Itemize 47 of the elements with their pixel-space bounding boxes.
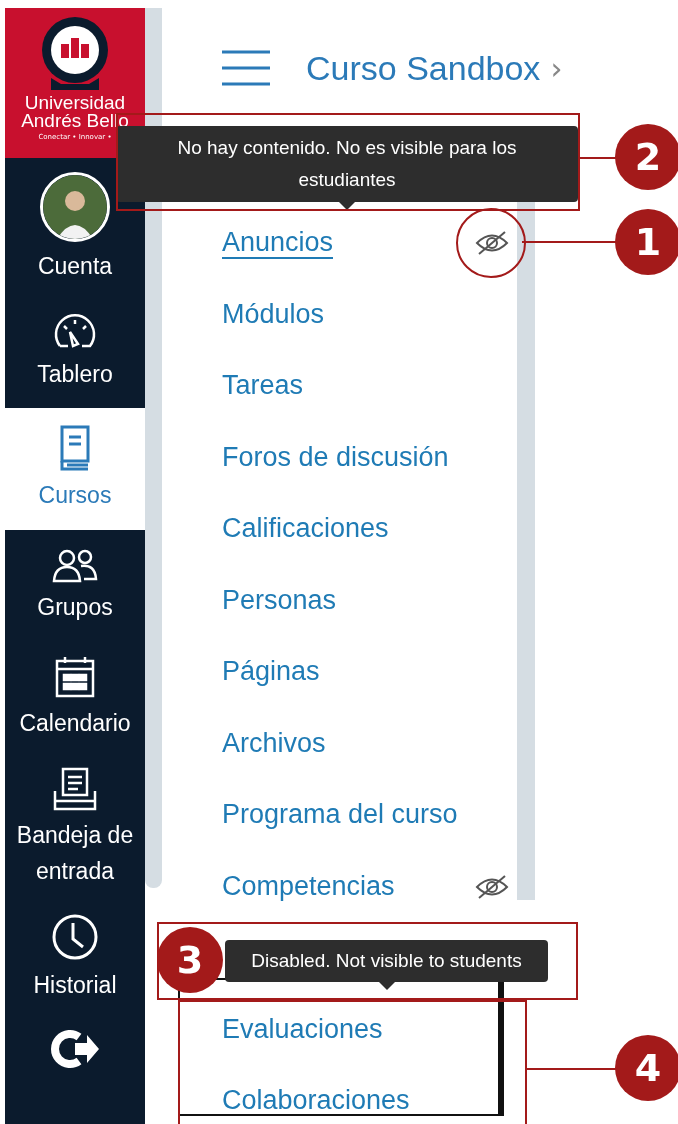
course-nav-link[interactable]: Anuncios: [222, 227, 334, 260]
speedometer-icon: [52, 314, 98, 350]
course-nav-link[interactable]: Evaluaciones: [222, 1013, 383, 1046]
university-name: Universidad: [24, 94, 126, 112]
nav-item[interactable]: Grupos: [5, 530, 145, 642]
nav-label: Cursos: [38, 481, 112, 510]
course-nav-link[interactable]: Calificaciones: [222, 513, 389, 546]
leader-line: [578, 157, 618, 159]
course-nav-link[interactable]: Colaboraciones: [222, 1085, 410, 1118]
people-icon: [51, 547, 99, 583]
book-icon: [59, 425, 91, 471]
callout-number: 1: [615, 209, 678, 275]
course-nav-link[interactable]: Programa del curso: [222, 799, 458, 832]
course-nav-link[interactable]: Tareas: [222, 370, 304, 403]
course-nav-link[interactable]: Personas: [222, 584, 337, 617]
nav-label: Tablero: [37, 360, 113, 389]
nav-label: Grupos: [37, 593, 113, 622]
callout-number: 3: [157, 927, 223, 993]
course-nav-link[interactable]: Archivos: [222, 727, 326, 760]
clock-icon: [51, 913, 99, 961]
menu-icon[interactable]: [222, 48, 270, 88]
tooltip: No hay contenido. No es visible para los estudiantes: [116, 126, 578, 202]
callout-number: 2: [615, 124, 678, 190]
tooltip-arrow: [378, 982, 395, 990]
course-title[interactable]: Curso Sandbox: [306, 48, 541, 88]
breadcrumb-chevron: ›: [550, 50, 563, 86]
course-nav-link[interactable]: Competencias: [222, 870, 395, 903]
logout-icon: [51, 1029, 99, 1069]
tooltip-arrow: [339, 202, 355, 210]
annotation-ring: [456, 208, 526, 278]
tooltip: Disabled. Not visible to students: [225, 940, 548, 982]
nav-item[interactable]: Cursos: [5, 408, 145, 530]
inbox-icon: [53, 767, 97, 811]
avatar-icon: [40, 172, 110, 242]
course-nav-link[interactable]: Módulos: [222, 298, 325, 331]
calendar-icon: [54, 655, 96, 699]
nav-label: Bandeja de entrada: [15, 821, 135, 886]
nav-item[interactable]: Bandeja de entrada: [5, 754, 145, 902]
nav-label: Calendario: [19, 709, 131, 738]
course-nav-link[interactable]: Páginas: [222, 656, 320, 689]
callout-number: 4: [615, 1035, 678, 1101]
nav-label: Cuenta: [37, 252, 113, 281]
nav-label: Historial: [33, 971, 117, 1000]
course-nav-link[interactable]: Foros de discusión: [222, 441, 449, 474]
nav-item[interactable]: Historial: [5, 902, 145, 1014]
nav-item[interactable]: Tablero: [5, 298, 145, 408]
nav-item[interactable]: Calendario: [5, 642, 145, 754]
